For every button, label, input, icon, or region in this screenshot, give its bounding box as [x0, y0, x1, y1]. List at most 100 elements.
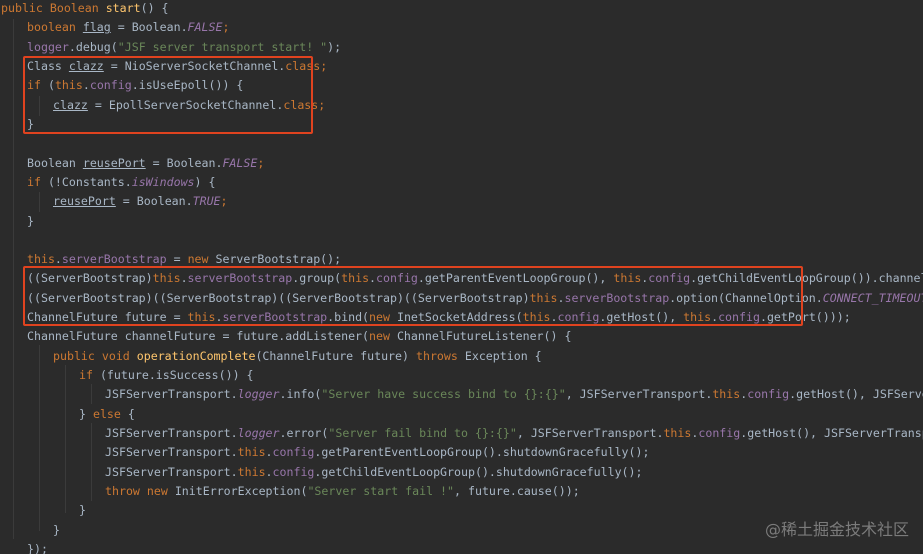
code-token: FALSE	[187, 20, 223, 35]
code-token: config	[648, 271, 691, 286]
code-token: this	[529, 290, 558, 305]
code-token: throw new	[105, 484, 175, 498]
code-token: Boolean	[27, 155, 83, 170]
code-line[interactable]: }	[27, 212, 34, 231]
code-token: .getParentEventLoopGroup().shutdownGrace…	[314, 445, 650, 460]
code-line[interactable]: }	[79, 501, 86, 520]
code-token: }	[79, 503, 86, 518]
code-token: }	[27, 213, 34, 228]
code-token: () {	[140, 1, 169, 15]
code-token: .bind(	[327, 310, 370, 325]
code-token: = EpollServerSocketChannel.	[87, 97, 284, 112]
code-token: }	[53, 522, 60, 537]
code-line[interactable]: Boolean reusePort = Boolean.FALSE;	[27, 154, 264, 173]
code-line[interactable]: JSFServerTransport.logger.error("Server …	[105, 424, 923, 443]
code-token: ((ServerBootstrap)((ServerBootstrap)((Se…	[27, 290, 530, 305]
code-line[interactable]: public Boolean start() {	[1, 0, 169, 18]
code-token: , JSFServerTransport.	[565, 387, 713, 402]
code-token: clazz	[68, 58, 104, 73]
code-token: this	[237, 464, 266, 479]
code-token: isWindows	[131, 174, 195, 189]
code-token: config	[698, 426, 741, 441]
code-token: Class	[27, 58, 69, 73]
code-token: ChannelFuture future =	[27, 310, 188, 325]
code-line[interactable]: logger.debug("JSF server transport start…	[27, 38, 341, 57]
code-token: .getPort()));	[759, 310, 851, 325]
code-token: "Server start fail !"	[307, 484, 455, 498]
code-token: serverBootstrap	[187, 271, 293, 286]
code-token: if	[79, 368, 100, 383]
code-token: new	[187, 252, 216, 267]
code-token: this	[27, 252, 55, 267]
code-token: =	[166, 252, 188, 267]
code-token: .error(	[279, 426, 329, 441]
code-token: throws	[415, 348, 465, 363]
code-line[interactable]: reusePort = Boolean.TRUE;	[53, 192, 228, 211]
code-token: = NioServerSocketChannel.	[103, 58, 286, 73]
code-token: ServerBootstrap();	[215, 252, 342, 267]
code-token: if	[27, 174, 48, 189]
code-line[interactable]: throw new InitErrorException("Server sta…	[105, 482, 580, 501]
code-line[interactable]: clazz = EpollServerSocketChannel.class;	[53, 96, 325, 115]
code-token: serverBootstrap	[564, 290, 670, 305]
code-token: ) {	[194, 174, 216, 189]
code-line[interactable]: ((ServerBootstrap)this.serverBootstrap.g…	[27, 269, 923, 288]
code-line[interactable]: JSFServerTransport.logger.info("Server h…	[105, 385, 923, 404]
code-token: Exception {	[464, 348, 542, 363]
code-token: this	[341, 271, 370, 286]
code-line[interactable]: JSFServerTransport.this.config.getParent…	[105, 443, 649, 462]
code-line[interactable]: this.serverBootstrap = new ServerBootstr…	[27, 250, 341, 269]
code-line[interactable]: Class clazz = NioServerSocketChannel.cla…	[27, 57, 327, 76]
code-token: ;	[222, 20, 230, 35]
code-token: JSFServerTransport.	[105, 426, 238, 441]
indent-guide	[91, 384, 92, 404]
code-token: this	[522, 310, 551, 325]
code-token: ;	[318, 97, 326, 112]
code-token: logger	[237, 387, 280, 402]
code-token: this	[663, 426, 692, 441]
code-line[interactable]: } else {	[79, 405, 135, 424]
code-editor[interactable]: });}} throw new InitErrorException("Serve…	[0, 0, 923, 554]
code-token: if	[27, 78, 48, 93]
code-token: config	[376, 271, 418, 286]
code-line[interactable]: JSFServerTransport.this.config.getChildE…	[105, 463, 642, 482]
code-token: "Server fail bind to {}:{}"	[328, 426, 517, 441]
code-line[interactable]: }	[27, 115, 34, 134]
code-line[interactable]: });	[27, 540, 48, 554]
code-line[interactable]: boolean flag = Boolean.FALSE;	[27, 18, 229, 37]
code-token: .getParentEventLoopGroup(),	[417, 271, 614, 286]
code-token: reusePort	[53, 194, 116, 209]
code-token: }	[79, 406, 93, 421]
code-token: logger	[237, 426, 280, 441]
code-token: ;	[257, 155, 265, 170]
code-token: this	[54, 78, 83, 93]
code-token: JSFServerTransport.	[105, 387, 238, 402]
code-token: this	[613, 271, 642, 286]
indent-guide	[39, 345, 40, 531]
code-token: reusePort	[82, 155, 146, 170]
code-token: );	[327, 39, 342, 54]
code-token: class	[285, 58, 321, 73]
code-line[interactable]: if (!Constants.isWindows) {	[27, 173, 216, 192]
code-token: config	[272, 445, 315, 460]
code-token: (!Constants.	[47, 174, 132, 189]
code-token: .getHost(), JSFServerTransport.	[740, 426, 923, 441]
code-token: class	[283, 97, 319, 112]
code-token: serverBootstrap	[222, 310, 328, 325]
code-line[interactable]: public void operationComplete(ChannelFut…	[53, 347, 542, 366]
code-line[interactable]: if (future.isSuccess()) {	[79, 366, 254, 385]
code-token: clazz	[53, 97, 88, 112]
code-token: JSFServerTransport.	[105, 445, 238, 460]
code-line[interactable]: ChannelFuture future = this. serverBootst…	[27, 308, 851, 327]
code-token: .getHost(), JSFServerTransport	[789, 387, 923, 402]
code-token: this	[712, 387, 741, 402]
code-token: ;	[320, 58, 328, 73]
code-token: = Boolean.	[110, 20, 188, 35]
code-line[interactable]: if (this.config.isUseEpoll()) {	[27, 76, 243, 95]
code-token: .isUseEpoll()) {	[131, 78, 244, 93]
code-line[interactable]: }	[53, 521, 60, 540]
code-line[interactable]: ChannelFuture channelFuture = future.add…	[27, 327, 571, 346]
code-token: .info(	[279, 387, 322, 402]
code-token: TRUE	[192, 194, 221, 209]
code-line[interactable]: ((ServerBootstrap)((ServerBootstrap)((Se…	[27, 289, 923, 308]
